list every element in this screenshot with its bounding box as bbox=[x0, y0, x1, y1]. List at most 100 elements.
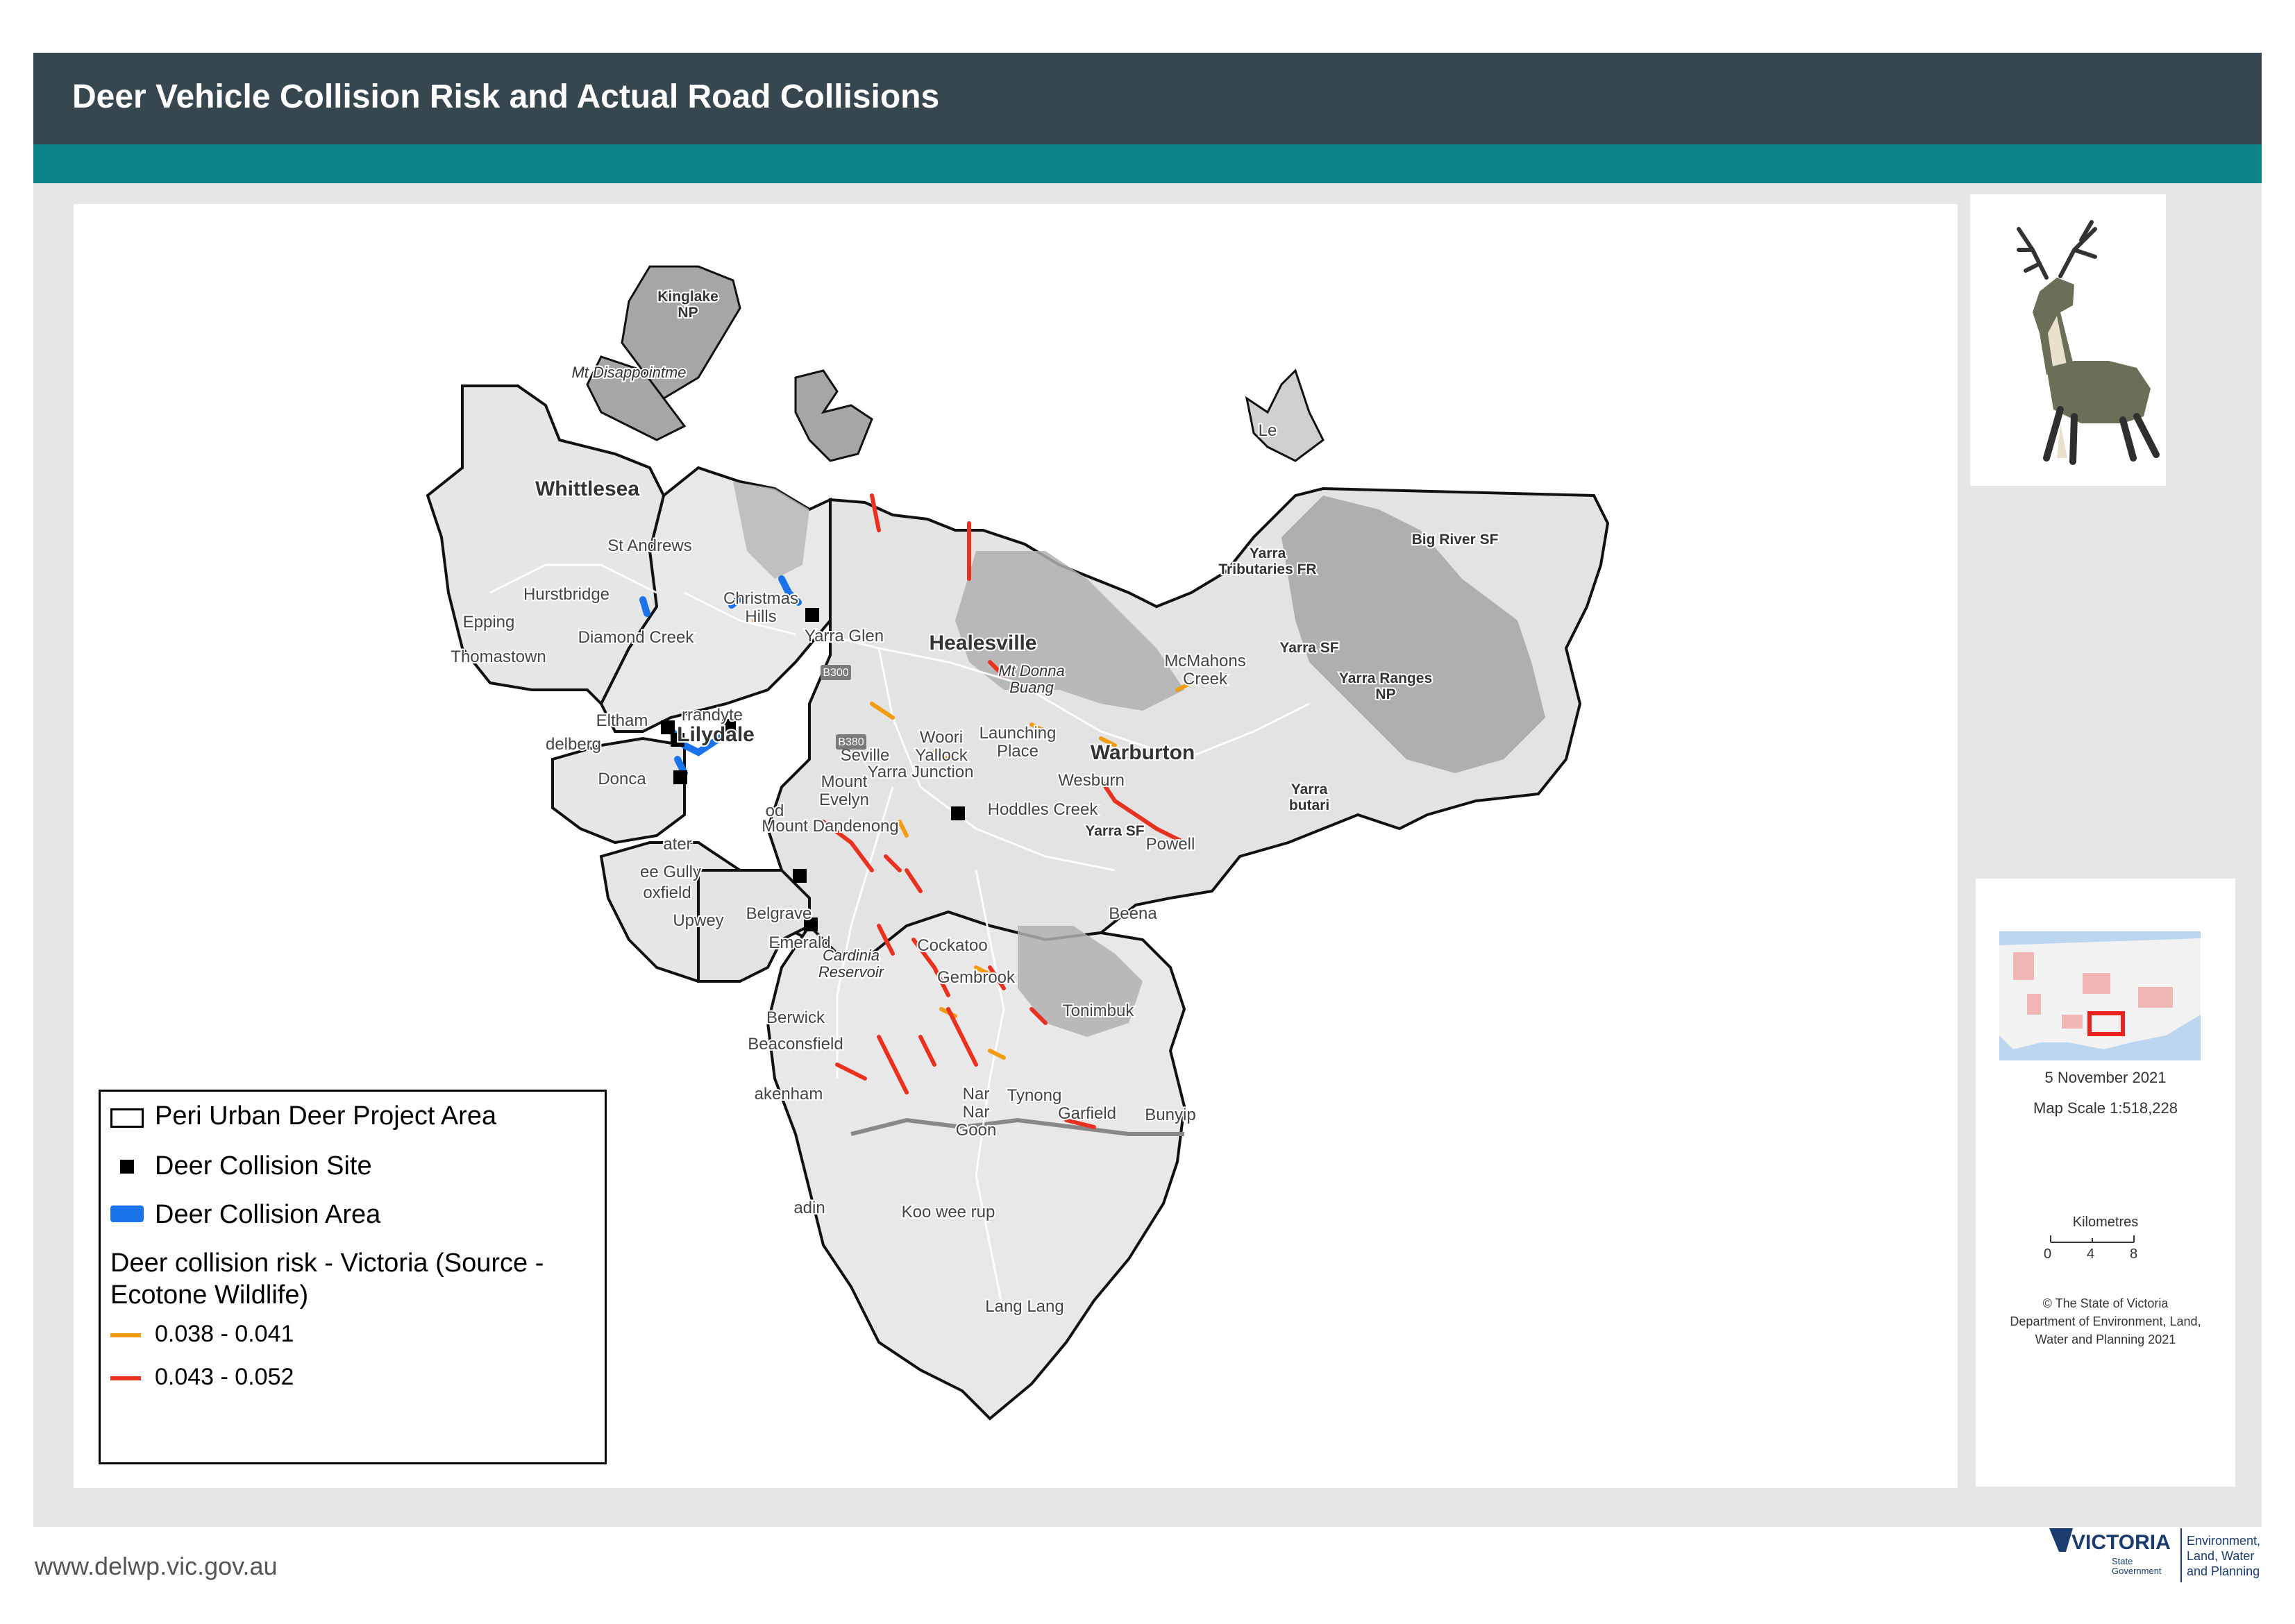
place-label-yarra-sf-2: Yarra SF bbox=[1085, 823, 1144, 839]
map-panel[interactable]: Kinglake NP Mt Disappointme Whittlesea St An… bbox=[74, 204, 1958, 1488]
place-label-knoxfield: oxfield bbox=[643, 883, 691, 902]
victoria-state-logo: VICTORIA State Government Environment, L… bbox=[2045, 1524, 2267, 1593]
project-area-symbol bbox=[110, 1108, 144, 1128]
place-label-beenak: Beena bbox=[1109, 904, 1157, 923]
place-label-nar-nar-goon: Nar bbox=[963, 1103, 990, 1122]
place-label-mt-donna-buang: Buang bbox=[1009, 679, 1054, 696]
header-accent-strip bbox=[33, 144, 2262, 183]
road-shield-label-b380: B380 bbox=[838, 736, 864, 748]
north-fragment-2 bbox=[1245, 369, 1325, 462]
copyright-line-1: © The State of Victoria bbox=[2042, 1296, 2169, 1310]
legend-risk-low: 0.038 - 0.041 bbox=[155, 1321, 294, 1347]
logo-sub2: Government bbox=[2112, 1566, 2162, 1576]
place-label-tynong: Tynong bbox=[1007, 1086, 1062, 1105]
place-label-epping: Epping bbox=[463, 613, 515, 632]
place-label-doncaster: Donca bbox=[598, 770, 646, 788]
place-label-whittlesea: Whittlesea bbox=[535, 477, 639, 500]
collision-area-symbol bbox=[110, 1206, 144, 1222]
place-label-hurstbridge: Hurstbridge bbox=[523, 585, 610, 604]
place-label-christmas-hills: Hills bbox=[745, 607, 776, 626]
place-label-kinglake-np: Kinglake bbox=[657, 289, 718, 305]
place-label-nar-nar-goon: Goon bbox=[956, 1121, 997, 1140]
place-label-tonimbuk: Tonimbuk bbox=[1063, 1001, 1135, 1020]
place-label-upwey: Upwey bbox=[673, 911, 723, 930]
place-label-heidelberg: delberg bbox=[546, 735, 601, 754]
legend-risk-high: 0.043 - 0.052 bbox=[155, 1364, 294, 1390]
place-label-eltham: Eltham bbox=[596, 711, 648, 730]
place-label-diamond-creek: Diamond Creek bbox=[578, 628, 695, 647]
risk-high-symbol bbox=[110, 1376, 141, 1380]
place-label-yarra-tributaries-2: butari bbox=[1289, 797, 1329, 813]
place-label-nar-nar-goon: Nar bbox=[963, 1085, 990, 1103]
place-label-mcmahons-creek: Creek bbox=[1183, 670, 1228, 688]
place-label-beaconsfield: Beaconsfield bbox=[748, 1035, 843, 1054]
place-label-belgrave: Belgrave bbox=[746, 904, 812, 923]
logo-word: VICTORIA bbox=[2071, 1531, 2171, 1554]
place-label-yarra-ranges-np: NP bbox=[1375, 686, 1395, 702]
copyright-line-2: Department of Environment, Land, bbox=[2010, 1314, 2201, 1328]
place-label-lysterfield: od bbox=[766, 802, 784, 820]
place-label-lilydale: Lilydale bbox=[677, 723, 755, 746]
place-label-yarra-tributaries-fr: Yarra bbox=[1250, 545, 1286, 561]
place-label-wooi-yallock: Yallock bbox=[915, 746, 968, 765]
legend-risk-heading-line2: Ecotone Wildlife) bbox=[110, 1280, 309, 1310]
deer-icon bbox=[2017, 220, 2160, 465]
place-label-warrandyte: rrandyte bbox=[682, 706, 743, 725]
deer-illustration-panel bbox=[1970, 194, 2166, 486]
place-label-cardinia: adin bbox=[793, 1199, 825, 1217]
place-label-yarra-tributaries-2: Yarra bbox=[1291, 781, 1328, 797]
place-label-emerald: Emerald bbox=[768, 933, 830, 952]
place-label-launching-place: Launching bbox=[980, 724, 1057, 743]
page-title: Deer Vehicle Collision Risk and Actual R… bbox=[72, 78, 940, 115]
place-label-yarra-tributaries-fr: Tributaries FR bbox=[1218, 561, 1316, 577]
place-label-bunyip: Bunyip bbox=[1145, 1106, 1195, 1124]
inset-panel: 5 November 2021 Map Scale 1:518,228 Kilo… bbox=[1976, 879, 2235, 1487]
place-label-mount-evelyn: Evelyn bbox=[819, 790, 869, 809]
map-scale: Map Scale 1:518,228 bbox=[2033, 1099, 2178, 1117]
place-label-mount-evelyn: Mount bbox=[821, 772, 868, 791]
place-label-launching-place: Place bbox=[997, 742, 1039, 761]
dept-line-3: and Planning bbox=[2187, 1564, 2260, 1578]
place-label-mt-donna-buang: Mt Donna bbox=[998, 662, 1064, 679]
place-label-yarra-sf: Yarra SF bbox=[1279, 640, 1338, 656]
place-label-christmas-hills: Christmas bbox=[723, 589, 798, 608]
scalebar-title: Kilometres bbox=[2072, 1215, 2139, 1230]
north-fragment-1 bbox=[794, 369, 873, 462]
place-label-cardinia-reservoir: Reservoir bbox=[818, 963, 885, 981]
place-label-berwick: Berwick bbox=[766, 1008, 825, 1027]
copyright-line-3: Water and Planning 2021 bbox=[2035, 1333, 2176, 1346]
place-label-thomastown: Thomastown bbox=[451, 648, 546, 666]
legend-risk-heading-line1: Deer collision risk - Victoria (Source - bbox=[110, 1249, 544, 1278]
risk-low-symbol bbox=[110, 1333, 141, 1337]
place-label-hoddles-creek: Hoddles Creek bbox=[988, 800, 1099, 819]
place-label-ferntree-gully: ee Gully bbox=[640, 863, 701, 881]
place-label-garfield: Garfield bbox=[1058, 1104, 1116, 1123]
place-label-warburton: Warburton bbox=[1091, 741, 1195, 764]
collision-site-symbol bbox=[120, 1160, 134, 1174]
scalebar-tick-4: 4 bbox=[2087, 1246, 2095, 1262]
place-label-yarra-junction: Yarra Junction bbox=[868, 763, 974, 781]
place-label-lake-mountain: Le bbox=[1259, 421, 1277, 440]
place-label-mcmahons-creek: McMahons bbox=[1164, 652, 1245, 670]
place-label-gembrook: Gembrook bbox=[937, 968, 1016, 987]
place-label-yarra-glen: Yarra Glen bbox=[805, 627, 884, 645]
place-label-mt-disappointment: Mt Disappointme bbox=[571, 364, 686, 381]
scalebar-tick-0: 0 bbox=[2044, 1246, 2052, 1262]
place-label-rowville: ater bbox=[663, 835, 691, 854]
dept-line-1: Environment, bbox=[2187, 1534, 2260, 1548]
place-label-pakenham: akenham bbox=[755, 1085, 823, 1103]
map-date: 5 November 2021 bbox=[2044, 1069, 2167, 1086]
place-label-kinglake-np: NP bbox=[678, 305, 698, 321]
logo-sub1: State bbox=[2112, 1556, 2133, 1566]
place-label-wooi-yallock: Woori bbox=[920, 728, 963, 747]
footer-url-link[interactable]: www.delwp.vic.gov.au bbox=[35, 1552, 278, 1581]
place-label-cardinia-reservoir: Cardinia bbox=[823, 947, 880, 964]
road-shield-label-b300: B300 bbox=[823, 667, 848, 679]
legend-item-collision-site: Deer Collision Site bbox=[155, 1151, 372, 1181]
header-bar: Deer Vehicle Collision Risk and Actual R… bbox=[33, 53, 2262, 144]
victoria-map-inset bbox=[1999, 931, 2201, 1060]
place-label-koo-wee-rup: Koo wee rup bbox=[902, 1203, 995, 1221]
legend-item-project-area: Peri Urban Deer Project Area bbox=[155, 1101, 497, 1131]
legend-item-collision-area: Deer Collision Area bbox=[155, 1200, 381, 1229]
scalebar-tick-8: 8 bbox=[2130, 1246, 2138, 1262]
